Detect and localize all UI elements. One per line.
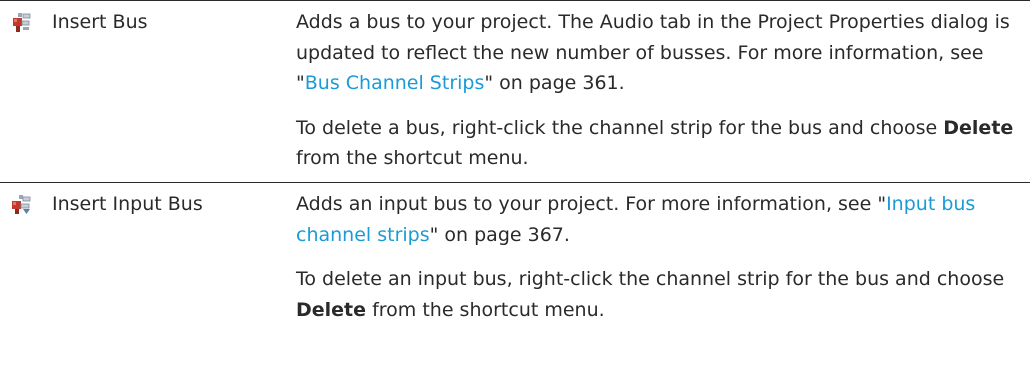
bus-channel-strips-link[interactable]: Bus Channel Strips <box>305 72 485 94</box>
description-text: from the shortcut menu. <box>296 147 529 169</box>
description-text: Adds an input bus to your project. For m… <box>296 193 887 215</box>
command-name: Insert Bus <box>52 11 148 33</box>
description-text: " on page 367. <box>429 223 570 246</box>
description-paragraph: Adds an input bus to your project. For m… <box>296 189 1016 250</box>
delete-command-label: Delete <box>296 298 367 321</box>
command-table: Insert Bus Adds a bus to your project. T… <box>0 0 1030 365</box>
description-text: To delete an input bus, right-click the … <box>296 268 1005 290</box>
table-row: Insert Input Bus Adds an input bus to yo… <box>0 183 1030 365</box>
icon-cell <box>0 183 52 365</box>
description-paragraph: To delete a bus, right-click the channel… <box>296 113 1016 174</box>
description-paragraph: Adds a bus to your project. The Audio ta… <box>296 7 1016 99</box>
icon-cell <box>0 1 52 182</box>
table-row: Insert Bus Adds a bus to your project. T… <box>0 1 1030 183</box>
description-text: " on page 361. <box>484 72 625 94</box>
command-description: Adds a bus to your project. The Audio ta… <box>296 1 1030 182</box>
delete-command-label: Delete <box>943 116 1014 139</box>
description-text: To delete a bus, right-click the channel… <box>296 116 944 139</box>
insert-bus-icon <box>13 13 31 32</box>
insert-input-bus-icon <box>12 195 31 214</box>
command-description: Adds an input bus to your project. For m… <box>296 183 1030 365</box>
command-name: Insert Input Bus <box>52 193 203 215</box>
description-paragraph: To delete an input bus, right-click the … <box>296 264 1016 325</box>
description-text: from the shortcut menu. <box>366 298 605 321</box>
